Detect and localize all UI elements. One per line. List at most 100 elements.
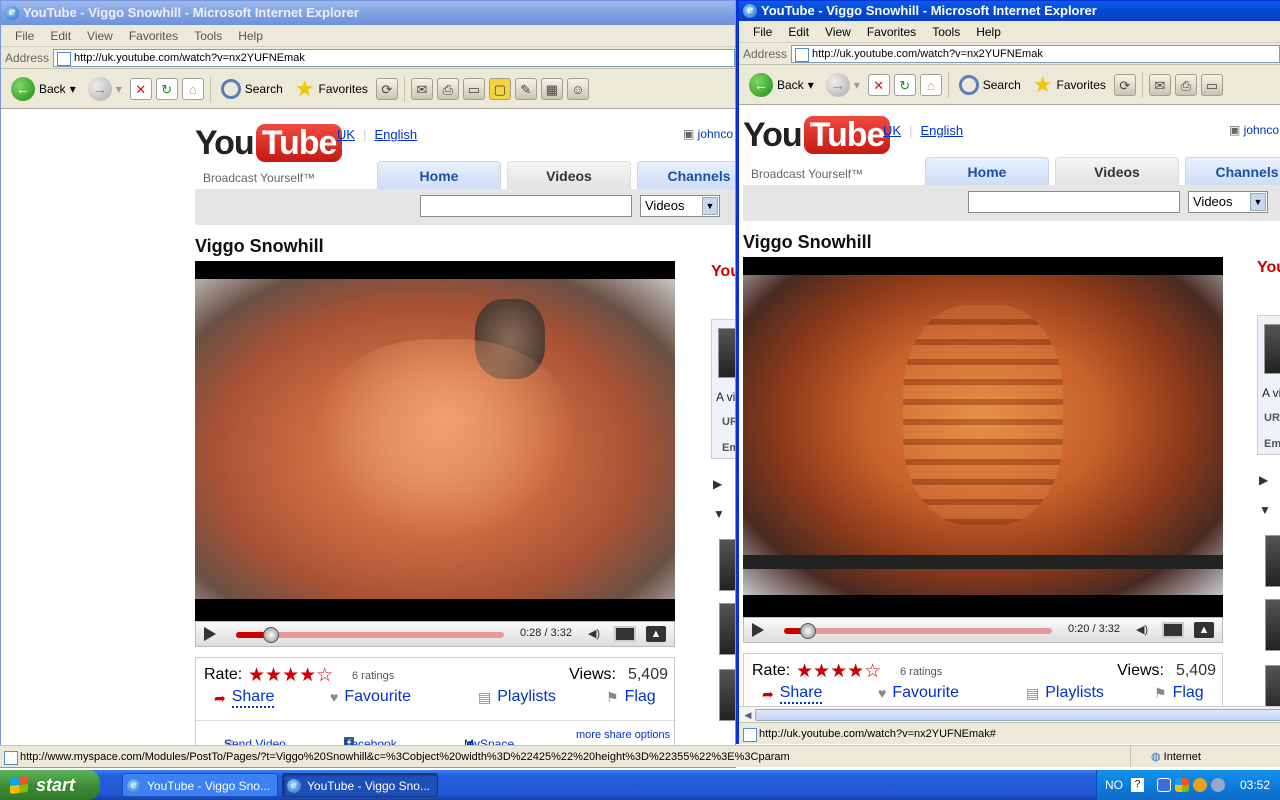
playlists-button[interactable]: ▤ Playlists [478, 688, 556, 706]
menu-edit[interactable]: Edit [42, 29, 79, 43]
menu-help[interactable]: Help [230, 29, 271, 43]
search-input[interactable] [968, 191, 1180, 213]
title-bar[interactable]: e YouTube - Viggo Snowhill - Microsoft I… [739, 1, 1280, 21]
collapse-arrow-icon[interactable]: ▼ [1259, 503, 1271, 517]
browser-window-left[interactable]: e YouTube - Viggo Snowhill - Microsoft I… [0, 0, 736, 768]
tray-chevron-icon[interactable] [1157, 778, 1171, 792]
progress-bar[interactable] [784, 623, 1052, 639]
region-link[interactable]: UK [337, 127, 355, 142]
expand-arrow-icon[interactable]: ▶ [1259, 473, 1268, 487]
menu-tools[interactable]: Tools [924, 25, 968, 39]
video-player[interactable]: 0:28 / 3:32 ◀) ▲ [195, 261, 675, 647]
help-icon[interactable]: ? [1131, 778, 1144, 792]
user-link[interactable]: ▣ johnco [683, 127, 733, 141]
volume-icon[interactable] [1211, 778, 1225, 792]
address-input[interactable]: http://uk.youtube.com/watch?v=nx2YUFNEma… [791, 44, 1280, 63]
refresh-icon[interactable]: ↻ [155, 77, 178, 100]
flag-button[interactable]: ⚑ Flag [606, 688, 656, 706]
youtube-logo[interactable]: You Tube [195, 123, 343, 163]
menu-file[interactable]: File [7, 29, 42, 43]
edit-icon[interactable]: ▭ [1200, 73, 1223, 96]
refresh-icon[interactable]: ↻ [893, 73, 916, 96]
taskbar-item[interactable]: e YouTube - Viggo Sno... [282, 773, 438, 797]
share-button[interactable]: ➦ Share [214, 688, 275, 708]
start-button[interactable]: start [0, 770, 100, 800]
back-button[interactable]: ← Back ▾ [745, 71, 818, 99]
tab-videos[interactable]: Videos [507, 161, 631, 189]
home-icon[interactable]: ⌂ [181, 77, 204, 100]
related-video-thumbnail[interactable] [719, 669, 735, 721]
favourite-button[interactable]: ♥ Favourite [330, 688, 411, 706]
print-icon[interactable]: ⎙ [436, 77, 459, 100]
search-category-select[interactable]: Videos ▼ [640, 195, 720, 217]
language-indicator[interactable]: NO [1105, 770, 1123, 800]
expand-arrow-icon[interactable]: ▶ [713, 477, 722, 491]
stop-icon[interactable]: ✕ [867, 73, 890, 96]
taskbar-item[interactable]: e YouTube - Viggo Sno... [122, 773, 278, 797]
network-icon[interactable] [1193, 778, 1207, 792]
uploader-thumbnail[interactable] [718, 328, 735, 378]
tab-channels[interactable]: Channels [637, 161, 735, 189]
resize-icon[interactable] [614, 626, 636, 642]
print-icon[interactable]: ⎙ [1174, 73, 1197, 96]
home-icon[interactable]: ⌂ [919, 73, 942, 96]
progress-bar[interactable] [236, 627, 504, 643]
title-bar[interactable]: e YouTube - Viggo Snowhill - Microsoft I… [1, 1, 735, 25]
menu-file[interactable]: File [745, 25, 780, 39]
related-video-thumbnail[interactable] [719, 539, 735, 591]
menu-tools[interactable]: Tools [186, 29, 230, 43]
menu-view[interactable]: View [79, 29, 121, 43]
history-icon[interactable]: ⟳ [375, 77, 398, 100]
messenger-icon[interactable]: ✎ [514, 77, 537, 100]
dropdown-arrow-icon[interactable]: ▾ [116, 82, 122, 96]
dropdown-arrow-icon[interactable]: ▾ [70, 82, 76, 96]
user-link[interactable]: ▣ johnco [1229, 123, 1279, 137]
share-button[interactable]: ➦ Share [762, 684, 823, 704]
search-input[interactable] [420, 195, 632, 217]
rating-stars[interactable]: ★★★★☆ [796, 660, 881, 683]
favorites-button[interactable]: ★ Favorites [1029, 72, 1110, 98]
search-button[interactable]: Search [955, 73, 1025, 97]
forward-button[interactable]: → ▾ [822, 71, 864, 99]
fullscreen-icon[interactable]: ▲ [646, 626, 666, 642]
notes-icon[interactable]: ▢ [488, 77, 511, 100]
edit-icon[interactable]: ▭ [462, 77, 485, 100]
video-frame[interactable] [743, 275, 1223, 595]
collapse-arrow-icon[interactable]: ▼ [713, 507, 725, 521]
back-button[interactable]: ← Back ▾ [7, 75, 80, 103]
menu-favorites[interactable]: Favorites [859, 25, 924, 39]
playlists-button[interactable]: ▤ Playlists [1026, 684, 1104, 702]
menu-favorites[interactable]: Favorites [121, 29, 186, 43]
horizontal-scrollbar[interactable]: ◀ [739, 706, 1280, 722]
scroll-left-icon[interactable]: ◀ [741, 708, 755, 722]
flag-button[interactable]: ⚑ Flag [1154, 684, 1204, 702]
clock[interactable]: 03:52 [1240, 770, 1270, 800]
related-video-thumbnail[interactable] [719, 603, 735, 655]
fullscreen-icon[interactable]: ▲ [1194, 622, 1214, 638]
volume-icon[interactable]: ◀) [1132, 622, 1152, 638]
tab-videos[interactable]: Videos [1055, 157, 1179, 185]
youtube-logo[interactable]: You Tube [743, 115, 891, 155]
language-link[interactable]: English [920, 123, 963, 138]
progress-handle[interactable] [262, 627, 279, 643]
related-video-thumbnail[interactable] [1265, 665, 1280, 706]
video-player[interactable]: 0:20 / 3:32 ◀) ▲ [743, 257, 1223, 643]
search-category-select[interactable]: Videos ▼ [1188, 191, 1268, 213]
tab-channels[interactable]: Channels [1185, 157, 1280, 185]
mail-icon[interactable]: ✉ [410, 77, 433, 100]
scrollbar-thumb[interactable] [755, 709, 1280, 721]
favourite-button[interactable]: ♥ Favourite [878, 684, 959, 702]
volume-icon[interactable]: ◀) [584, 626, 604, 642]
favorites-button[interactable]: ★ Favorites [291, 76, 372, 102]
research-icon[interactable]: ▦ [540, 77, 563, 100]
tab-home[interactable]: Home [925, 157, 1049, 185]
region-link[interactable]: UK [883, 123, 901, 138]
play-icon[interactable] [752, 623, 764, 637]
search-button[interactable]: Search [217, 77, 287, 101]
dropdown-arrow-icon[interactable]: ▾ [854, 78, 860, 92]
history-icon[interactable]: ⟳ [1113, 73, 1136, 96]
more-share-options-link[interactable]: more share options [576, 729, 670, 741]
menu-help[interactable]: Help [968, 25, 1009, 39]
rating-stars[interactable]: ★★★★☆ [248, 664, 333, 687]
resize-icon[interactable] [1162, 622, 1184, 638]
